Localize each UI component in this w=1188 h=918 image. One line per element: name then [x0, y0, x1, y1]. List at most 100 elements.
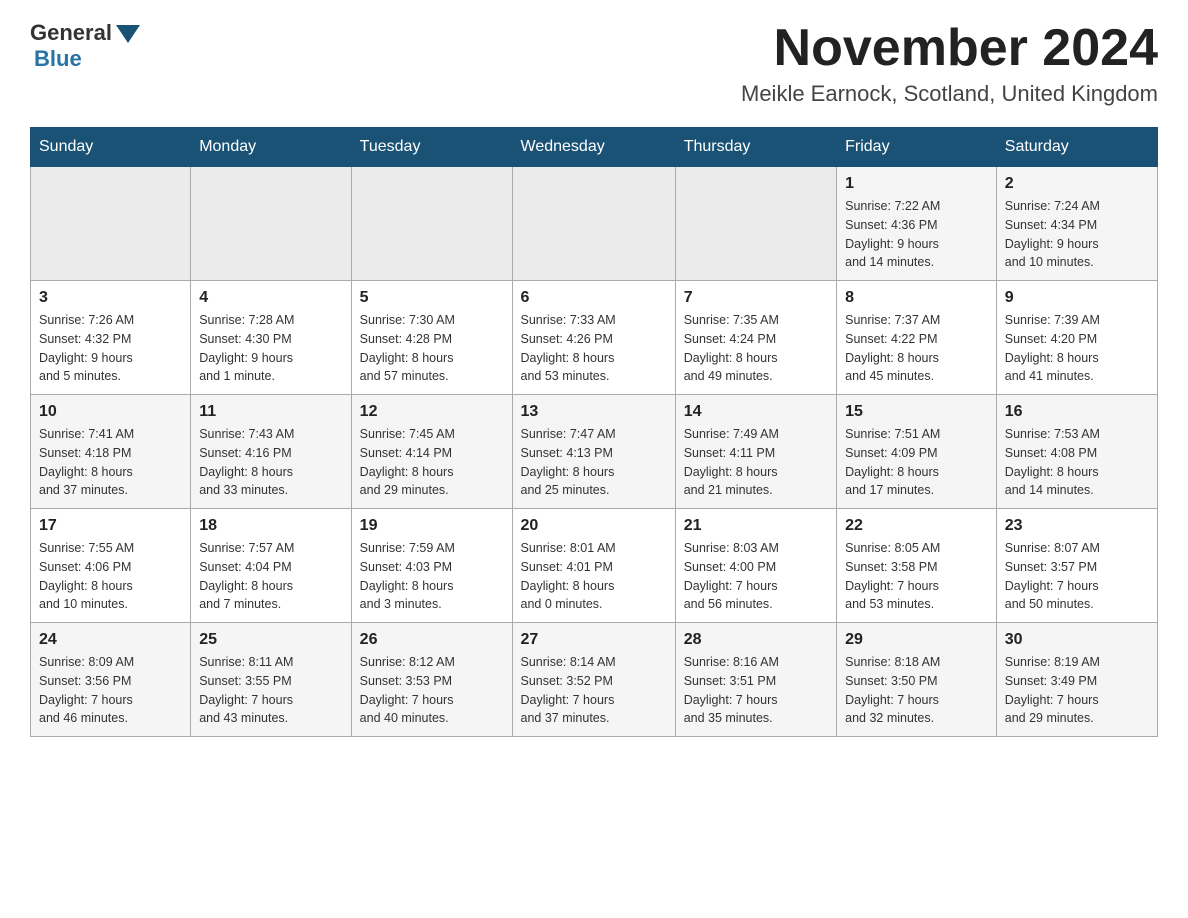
day-info: Sunrise: 8:09 AM Sunset: 3:56 PM Dayligh…	[39, 653, 182, 728]
weekday-header-wednesday: Wednesday	[512, 128, 675, 167]
calendar-week-3: 10 Sunrise: 7:41 AM Sunset: 4:18 PM Dayli…	[31, 395, 1158, 509]
day-info: Sunrise: 7:28 AM Sunset: 4:30 PM Dayligh…	[199, 311, 342, 386]
calendar-cell: 12 Sunrise: 7:45 AM Sunset: 4:14 PM Dayli…	[351, 395, 512, 509]
calendar-cell: 1 Sunrise: 7:22 AM Sunset: 4:36 PM Daylig…	[837, 167, 997, 281]
day-number: 5	[360, 289, 504, 307]
logo-blue-text: Blue	[34, 46, 82, 72]
day-info: Sunrise: 7:35 AM Sunset: 4:24 PM Dayligh…	[684, 311, 828, 386]
calendar-cell	[675, 167, 836, 281]
calendar-cell: 24 Sunrise: 8:09 AM Sunset: 3:56 PM Dayli…	[31, 623, 191, 737]
day-number: 13	[521, 403, 667, 421]
day-info: Sunrise: 8:16 AM Sunset: 3:51 PM Dayligh…	[684, 653, 828, 728]
day-info: Sunrise: 7:37 AM Sunset: 4:22 PM Dayligh…	[845, 311, 988, 386]
weekday-header-monday: Monday	[191, 128, 351, 167]
day-number: 28	[684, 631, 828, 649]
day-number: 12	[360, 403, 504, 421]
day-info: Sunrise: 7:45 AM Sunset: 4:14 PM Dayligh…	[360, 425, 504, 500]
day-info: Sunrise: 7:55 AM Sunset: 4:06 PM Dayligh…	[39, 539, 182, 614]
day-number: 21	[684, 517, 828, 535]
day-info: Sunrise: 7:49 AM Sunset: 4:11 PM Dayligh…	[684, 425, 828, 500]
day-info: Sunrise: 8:05 AM Sunset: 3:58 PM Dayligh…	[845, 539, 988, 614]
day-number: 30	[1005, 631, 1149, 649]
day-info: Sunrise: 7:57 AM Sunset: 4:04 PM Dayligh…	[199, 539, 342, 614]
day-info: Sunrise: 8:19 AM Sunset: 3:49 PM Dayligh…	[1005, 653, 1149, 728]
day-info: Sunrise: 8:01 AM Sunset: 4:01 PM Dayligh…	[521, 539, 667, 614]
day-number: 16	[1005, 403, 1149, 421]
calendar-cell: 25 Sunrise: 8:11 AM Sunset: 3:55 PM Dayli…	[191, 623, 351, 737]
calendar-cell: 5 Sunrise: 7:30 AM Sunset: 4:28 PM Daylig…	[351, 281, 512, 395]
day-number: 7	[684, 289, 828, 307]
day-info: Sunrise: 7:22 AM Sunset: 4:36 PM Dayligh…	[845, 197, 988, 272]
day-number: 6	[521, 289, 667, 307]
day-number: 2	[1005, 175, 1149, 193]
weekday-header-thursday: Thursday	[675, 128, 836, 167]
day-number: 26	[360, 631, 504, 649]
calendar-cell: 27 Sunrise: 8:14 AM Sunset: 3:52 PM Dayli…	[512, 623, 675, 737]
day-number: 24	[39, 631, 182, 649]
day-info: Sunrise: 7:51 AM Sunset: 4:09 PM Dayligh…	[845, 425, 988, 500]
calendar-cell	[31, 167, 191, 281]
calendar-week-4: 17 Sunrise: 7:55 AM Sunset: 4:06 PM Dayli…	[31, 509, 1158, 623]
calendar-table: SundayMondayTuesdayWednesdayThursdayFrid…	[30, 127, 1158, 737]
calendar-cell	[351, 167, 512, 281]
day-info: Sunrise: 8:07 AM Sunset: 3:57 PM Dayligh…	[1005, 539, 1149, 614]
day-number: 15	[845, 403, 988, 421]
weekday-header-sunday: Sunday	[31, 128, 191, 167]
calendar-cell: 29 Sunrise: 8:18 AM Sunset: 3:50 PM Dayli…	[837, 623, 997, 737]
day-number: 1	[845, 175, 988, 193]
day-number: 23	[1005, 517, 1149, 535]
day-info: Sunrise: 8:18 AM Sunset: 3:50 PM Dayligh…	[845, 653, 988, 728]
location-subtitle: Meikle Earnock, Scotland, United Kingdom	[741, 81, 1158, 107]
day-info: Sunrise: 8:14 AM Sunset: 3:52 PM Dayligh…	[521, 653, 667, 728]
calendar-week-1: 1 Sunrise: 7:22 AM Sunset: 4:36 PM Daylig…	[31, 167, 1158, 281]
calendar-cell: 6Sunrise: 7:33 AM Sunset: 4:26 PM Daylig…	[512, 281, 675, 395]
day-info: Sunrise: 7:26 AM Sunset: 4:32 PM Dayligh…	[39, 311, 182, 386]
calendar-cell: 3 Sunrise: 7:26 AM Sunset: 4:32 PM Daylig…	[31, 281, 191, 395]
day-number: 8	[845, 289, 988, 307]
day-number: 29	[845, 631, 988, 649]
weekday-header-saturday: Saturday	[996, 128, 1157, 167]
calendar-cell	[191, 167, 351, 281]
calendar-cell: 18 Sunrise: 7:57 AM Sunset: 4:04 PM Dayli…	[191, 509, 351, 623]
day-number: 14	[684, 403, 828, 421]
day-number: 10	[39, 403, 182, 421]
calendar-cell: 30 Sunrise: 8:19 AM Sunset: 3:49 PM Dayli…	[996, 623, 1157, 737]
day-info: Sunrise: 8:11 AM Sunset: 3:55 PM Dayligh…	[199, 653, 342, 728]
calendar-cell: 15 Sunrise: 7:51 AM Sunset: 4:09 PM Dayli…	[837, 395, 997, 509]
calendar-cell: 16 Sunrise: 7:53 AM Sunset: 4:08 PM Dayli…	[996, 395, 1157, 509]
calendar-cell: 9Sunrise: 7:39 AM Sunset: 4:20 PM Daylig…	[996, 281, 1157, 395]
calendar-cell: 20Sunrise: 8:01 AM Sunset: 4:01 PM Dayli…	[512, 509, 675, 623]
day-number: 27	[521, 631, 667, 649]
day-number: 18	[199, 517, 342, 535]
calendar-cell: 19Sunrise: 7:59 AM Sunset: 4:03 PM Dayli…	[351, 509, 512, 623]
day-info: Sunrise: 7:41 AM Sunset: 4:18 PM Dayligh…	[39, 425, 182, 500]
day-number: 9	[1005, 289, 1149, 307]
calendar-cell: 23 Sunrise: 8:07 AM Sunset: 3:57 PM Dayli…	[996, 509, 1157, 623]
day-info: Sunrise: 7:30 AM Sunset: 4:28 PM Dayligh…	[360, 311, 504, 386]
calendar-cell: 11Sunrise: 7:43 AM Sunset: 4:16 PM Dayli…	[191, 395, 351, 509]
page-header: General Blue November 2024 Meikle Earnoc…	[30, 20, 1158, 107]
day-number: 19	[360, 517, 504, 535]
calendar-header-row: SundayMondayTuesdayWednesdayThursdayFrid…	[31, 128, 1158, 167]
day-info: Sunrise: 8:03 AM Sunset: 4:00 PM Dayligh…	[684, 539, 828, 614]
title-section: November 2024 Meikle Earnock, Scotland, …	[741, 20, 1158, 107]
calendar-week-2: 3 Sunrise: 7:26 AM Sunset: 4:32 PM Daylig…	[31, 281, 1158, 395]
day-number: 25	[199, 631, 342, 649]
day-info: Sunrise: 7:24 AM Sunset: 4:34 PM Dayligh…	[1005, 197, 1149, 272]
calendar-cell: 14 Sunrise: 7:49 AM Sunset: 4:11 PM Dayli…	[675, 395, 836, 509]
day-number: 17	[39, 517, 182, 535]
day-info: Sunrise: 7:53 AM Sunset: 4:08 PM Dayligh…	[1005, 425, 1149, 500]
logo: General Blue	[30, 20, 140, 72]
calendar-cell: 13 Sunrise: 7:47 AM Sunset: 4:13 PM Dayli…	[512, 395, 675, 509]
day-info: Sunrise: 7:47 AM Sunset: 4:13 PM Dayligh…	[521, 425, 667, 500]
day-number: 11	[199, 403, 342, 421]
calendar-cell: 2 Sunrise: 7:24 AM Sunset: 4:34 PM Daylig…	[996, 167, 1157, 281]
logo-general-text: General	[30, 20, 112, 46]
calendar-cell: 8 Sunrise: 7:37 AM Sunset: 4:22 PM Daylig…	[837, 281, 997, 395]
calendar-cell: 21 Sunrise: 8:03 AM Sunset: 4:00 PM Dayli…	[675, 509, 836, 623]
calendar-cell: 17 Sunrise: 7:55 AM Sunset: 4:06 PM Dayli…	[31, 509, 191, 623]
weekday-header-tuesday: Tuesday	[351, 128, 512, 167]
day-number: 22	[845, 517, 988, 535]
day-info: Sunrise: 8:12 AM Sunset: 3:53 PM Dayligh…	[360, 653, 504, 728]
day-number: 3	[39, 289, 182, 307]
